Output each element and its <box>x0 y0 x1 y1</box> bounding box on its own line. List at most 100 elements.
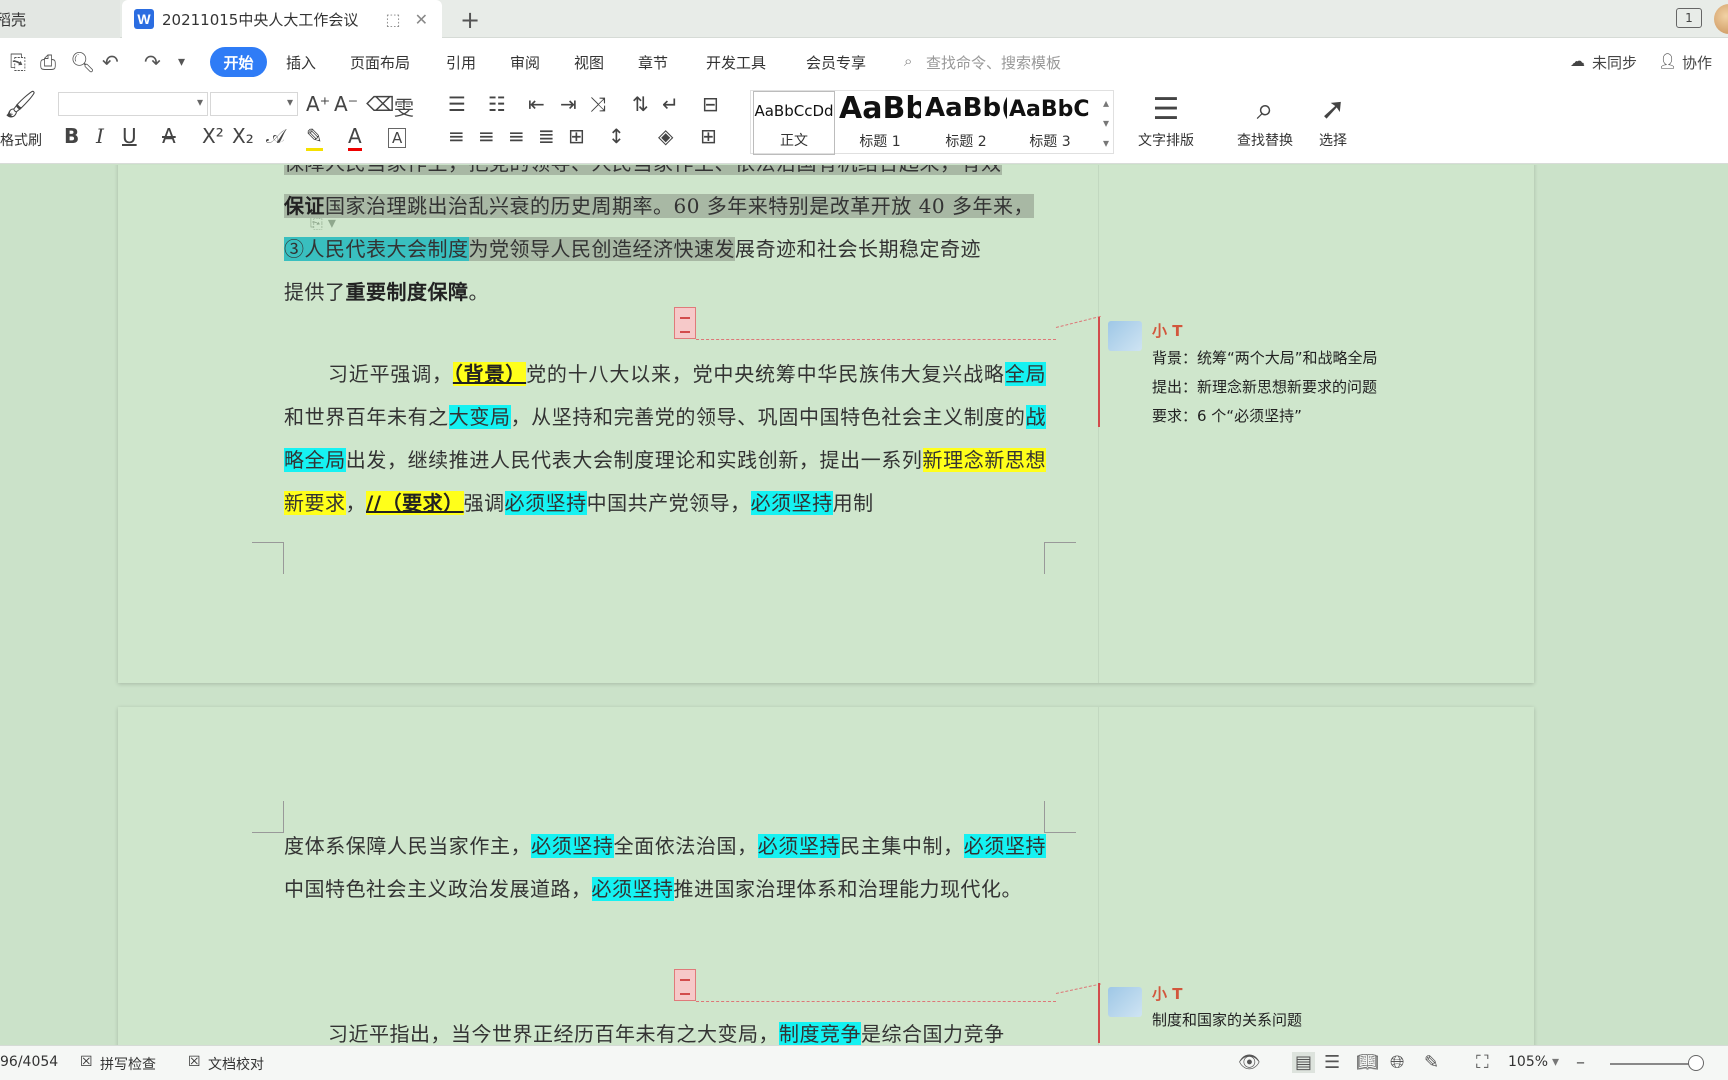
page-view-icon[interactable]: ▤ <box>1292 1052 1316 1073</box>
style-normal[interactable]: AaBbCcDd 正文 <box>753 91 835 155</box>
justify-icon[interactable]: ≣ <box>538 124 555 148</box>
format-painter-label[interactable]: 格式刷 <box>0 130 42 150</box>
tab-close-icon[interactable]: ✕ <box>415 10 428 29</box>
doc-proof-button[interactable]: 文档校对 <box>208 1054 264 1074</box>
format-painter-icon[interactable]: 🖌︎ <box>4 90 37 120</box>
write-mode-icon[interactable]: ✎ <box>1424 1052 1439 1073</box>
comment-anchor-marker[interactable] <box>674 307 696 339</box>
subscript-icon[interactable]: X₂ <box>232 124 254 148</box>
ruler-icon[interactable]: ⊟ <box>702 92 719 116</box>
chinese-layout-icon[interactable]: ⤨ <box>590 92 606 116</box>
zoom-slider-handle[interactable] <box>1688 1055 1704 1071</box>
paragraph[interactable]: 习近平强调，（背景）党的十八大以来，党中央统筹中华民族伟大复兴战略全局和世界百年… <box>284 353 1047 525</box>
menu-references[interactable]: 引用 <box>446 52 476 73</box>
menu-insert[interactable]: 插入 <box>286 52 316 73</box>
zoom-out-icon[interactable]: – <box>1576 1052 1585 1073</box>
menu-review[interactable]: 审阅 <box>510 52 540 73</box>
paragraph[interactable]: 习近平指出，当今世界正经历百年未有之大变局，制度竞争是综合国力竞争 <box>284 1013 1046 1045</box>
strikethrough-icon[interactable]: A <box>162 124 176 148</box>
increase-indent-icon[interactable]: ⇥ <box>560 92 577 116</box>
menu-view[interactable]: 视图 <box>574 52 604 73</box>
collaborate-button[interactable]: 协作 <box>1682 52 1712 73</box>
styles-scroll-icon[interactable]: ▴ ▾ ▾ <box>1103 93 1109 153</box>
zoom-dropdown-icon[interactable]: ▾ <box>1552 1054 1559 1070</box>
find-replace-label: 查找替换 <box>1237 133 1293 149</box>
save-icon[interactable]: ⎘ <box>10 50 26 74</box>
text-run: 制度的 <box>963 405 1026 429</box>
tab-home[interactable]: 稻壳 <box>0 0 120 38</box>
menu-developer[interactable]: 开发工具 <box>706 52 766 73</box>
find-replace-button[interactable]: ⌕ 查找替换 <box>1222 92 1308 150</box>
menu-member[interactable]: 会员专享 <box>806 52 866 73</box>
window-count-badge[interactable]: 1 <box>1676 8 1702 28</box>
bold-icon[interactable]: B <box>64 124 79 148</box>
paragraph[interactable]: 保障人民当家作主，把党的领导、人民当家作主、依法治国有机结合起来，有效 保证国家… <box>284 165 1046 314</box>
zoom-slider[interactable] <box>1610 1063 1696 1065</box>
highlight-icon[interactable]: ✎ <box>306 124 323 151</box>
sort-icon[interactable]: ⇅ <box>632 92 649 116</box>
comment-text-line[interactable]: 要求：6 个“必须坚持” <box>1152 405 1302 426</box>
numbered-list-icon[interactable]: ☷ <box>488 92 506 116</box>
eye-protection-icon[interactable]: 👁︎ <box>1238 1052 1261 1073</box>
word-count[interactable]: 96/4054 <box>0 1054 58 1070</box>
highlight-cyan: 必须坚持 <box>591 877 674 901</box>
comment-text-line[interactable]: 提出：新理念新思想新要求的问题 <box>1152 376 1377 397</box>
sync-status[interactable]: 未同步 <box>1592 52 1637 73</box>
superscript-icon[interactable]: X² <box>202 124 224 148</box>
command-search-input[interactable]: 查找命令、搜索模板 <box>926 52 1061 73</box>
shading-icon[interactable]: ◈ <box>658 124 673 148</box>
line-spacing-icon[interactable]: ↕ <box>608 124 625 148</box>
menu-chapter[interactable]: 章节 <box>638 52 668 73</box>
fit-page-icon[interactable]: ⛶ <box>1476 1052 1489 1073</box>
align-right-icon[interactable]: ≡ <box>508 124 525 148</box>
tab-document-title: 20211015中央人大工作会议 <box>162 10 359 29</box>
underline-icon[interactable]: U <box>122 124 137 148</box>
zoom-level[interactable]: 105% <box>1508 1054 1548 1070</box>
undo-icon[interactable]: ↶ <box>102 50 119 74</box>
menu-start[interactable]: 开始 <box>210 47 267 77</box>
decrease-indent-icon[interactable]: ⇤ <box>528 92 545 116</box>
show-marks-icon[interactable]: ↵ <box>662 92 679 116</box>
comment-text-line[interactable]: 背景：统筹“两个大局”和战略全局 <box>1152 347 1378 368</box>
distribute-icon[interactable]: ⊞ <box>568 124 585 148</box>
web-view-icon[interactable]: 🌐︎ <box>1390 1052 1404 1073</box>
customize-quick-access-icon[interactable]: ▾ <box>178 54 185 70</box>
bullet-list-icon[interactable]: ☰ <box>448 92 466 116</box>
document-area[interactable]: ⎘ ▾ 保障人民当家作主，把党的领导、人民当家作主、依法治国有机结合起来，有效 … <box>0 165 1728 1045</box>
text-layout-button[interactable]: ☰ 文字排版 <box>1128 92 1204 150</box>
outline-view-icon[interactable]: ☰ <box>1324 1052 1340 1073</box>
document-page[interactable]: ⎘ ▾ 保障人民当家作主，把党的领导、人民当家作主、依法治国有机结合起来，有效 … <box>118 165 1534 683</box>
style-heading-1[interactable]: AaBb 标题 1 <box>839 91 921 155</box>
redo-icon[interactable]: ↷ <box>144 50 161 74</box>
align-left-icon[interactable]: ≡ <box>448 124 465 148</box>
style-heading-2[interactable]: AaBb( 标题 2 <box>925 91 1007 155</box>
clear-format-icon[interactable]: ⌫ <box>366 92 394 116</box>
print-preview-icon[interactable]: 🔍︎ <box>70 50 95 74</box>
font-family-select[interactable]: ▾ <box>58 92 208 116</box>
menu-page-layout[interactable]: 页面布局 <box>350 52 410 73</box>
document-page[interactable]: 度体系保障人民当家作主，必须坚持全面依法治国，必须坚持民主集中制，必须坚持中国特… <box>118 707 1534 1045</box>
tab-pin-icon[interactable]: ⬚ <box>385 10 400 29</box>
comment-anchor-marker[interactable] <box>674 969 696 1001</box>
tab-document[interactable]: W 20211015中央人大工作会议 ⬚ ✕ <box>122 0 442 38</box>
new-tab-button[interactable]: + <box>460 6 480 34</box>
align-center-icon[interactable]: ≡ <box>478 124 495 148</box>
spell-check-button[interactable]: 拼写检查 <box>100 1054 156 1074</box>
select-button[interactable]: ➚ 选择 <box>1310 92 1356 150</box>
font-size-select[interactable]: ▾ <box>210 92 298 116</box>
doc-proof-icon: ☒ <box>188 1054 201 1070</box>
character-border-icon[interactable]: A <box>388 128 407 148</box>
shrink-font-icon[interactable]: A⁻ <box>334 92 358 116</box>
reading-view-icon[interactable]: 📖︎ <box>1356 1052 1379 1073</box>
user-avatar[interactable] <box>1714 4 1728 34</box>
font-color-icon[interactable]: A <box>348 124 362 151</box>
text-effect-icon[interactable]: 𝒜 <box>266 124 285 148</box>
comment-text-line[interactable]: 制度和国家的关系问题 <box>1152 1009 1302 1030</box>
borders-icon[interactable]: ⊞ <box>700 124 717 148</box>
grow-font-icon[interactable]: A⁺ <box>306 92 330 116</box>
print-icon[interactable]: ⎙ <box>40 50 56 74</box>
italic-icon[interactable]: I <box>96 124 104 148</box>
paragraph[interactable]: 度体系保障人民当家作主，必须坚持全面依法治国，必须坚持民主集中制，必须坚持中国特… <box>284 825 1047 911</box>
phonetic-guide-icon[interactable]: 雯 <box>394 92 414 121</box>
style-heading-3[interactable]: AaBbC( 标题 3 <box>1009 91 1091 155</box>
